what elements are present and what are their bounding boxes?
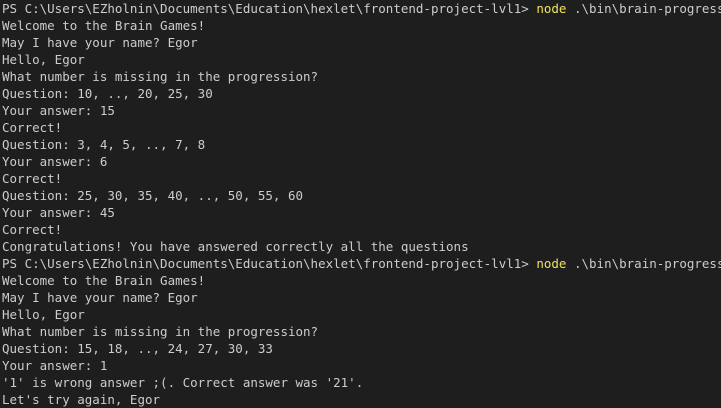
- output-line: Correct!: [2, 171, 63, 186]
- prompt: PS C:\Users\EZholnin\Documents\Education…: [2, 1, 537, 16]
- output-line: Your answer: 1: [2, 358, 108, 373]
- output-line: Welcome to the Brain Games!: [2, 18, 206, 33]
- output-line: Hello, Egor: [2, 307, 85, 322]
- output-line: May I have your name? Egor: [2, 290, 198, 305]
- command-args: .\bin\brain-progression.js: [573, 1, 721, 16]
- output-line: Question: 15, 18, .., 24, 27, 30, 33: [2, 341, 273, 356]
- output-line: Correct!: [2, 120, 63, 135]
- output-line: Let's try again, Egor: [2, 392, 161, 407]
- command-keyword: node: [536, 1, 567, 16]
- output-line: May I have your name? Egor: [2, 35, 198, 50]
- prompt: PS C:\Users\EZholnin\Documents\Education…: [2, 256, 537, 271]
- output-line: Question: 3, 4, 5, .., 7, 8: [2, 137, 206, 152]
- command-line: PS C:\Users\EZholnin\Documents\Education…: [2, 0, 721, 17]
- output-line: Hello, Egor: [2, 52, 85, 67]
- output-line: Question: 10, .., 20, 25, 30: [2, 86, 213, 101]
- output-line: What number is missing in the progressio…: [2, 69, 319, 84]
- command-line: PS C:\Users\EZholnin\Documents\Education…: [2, 255, 721, 272]
- output-line: Question: 25, 30, 35, 40, .., 50, 55, 60: [2, 188, 304, 203]
- output-line: What number is missing in the progressio…: [2, 324, 319, 339]
- output-line: Congratulations! You have answered corre…: [2, 239, 469, 254]
- output-line: Your answer: 6: [2, 154, 108, 169]
- output-line: Correct!: [2, 222, 63, 237]
- output-line: '1' is wrong answer ;(. Correct answer w…: [2, 375, 364, 390]
- terminal-window[interactable]: PS C:\Users\EZholnin\Documents\Education…: [0, 0, 721, 408]
- command-args: .\bin\brain-progression.js: [573, 256, 721, 271]
- output-line: Your answer: 15: [2, 103, 115, 118]
- output-line: Your answer: 45: [2, 205, 115, 220]
- command-keyword: node: [536, 256, 567, 271]
- output-line: Welcome to the Brain Games!: [2, 273, 206, 288]
